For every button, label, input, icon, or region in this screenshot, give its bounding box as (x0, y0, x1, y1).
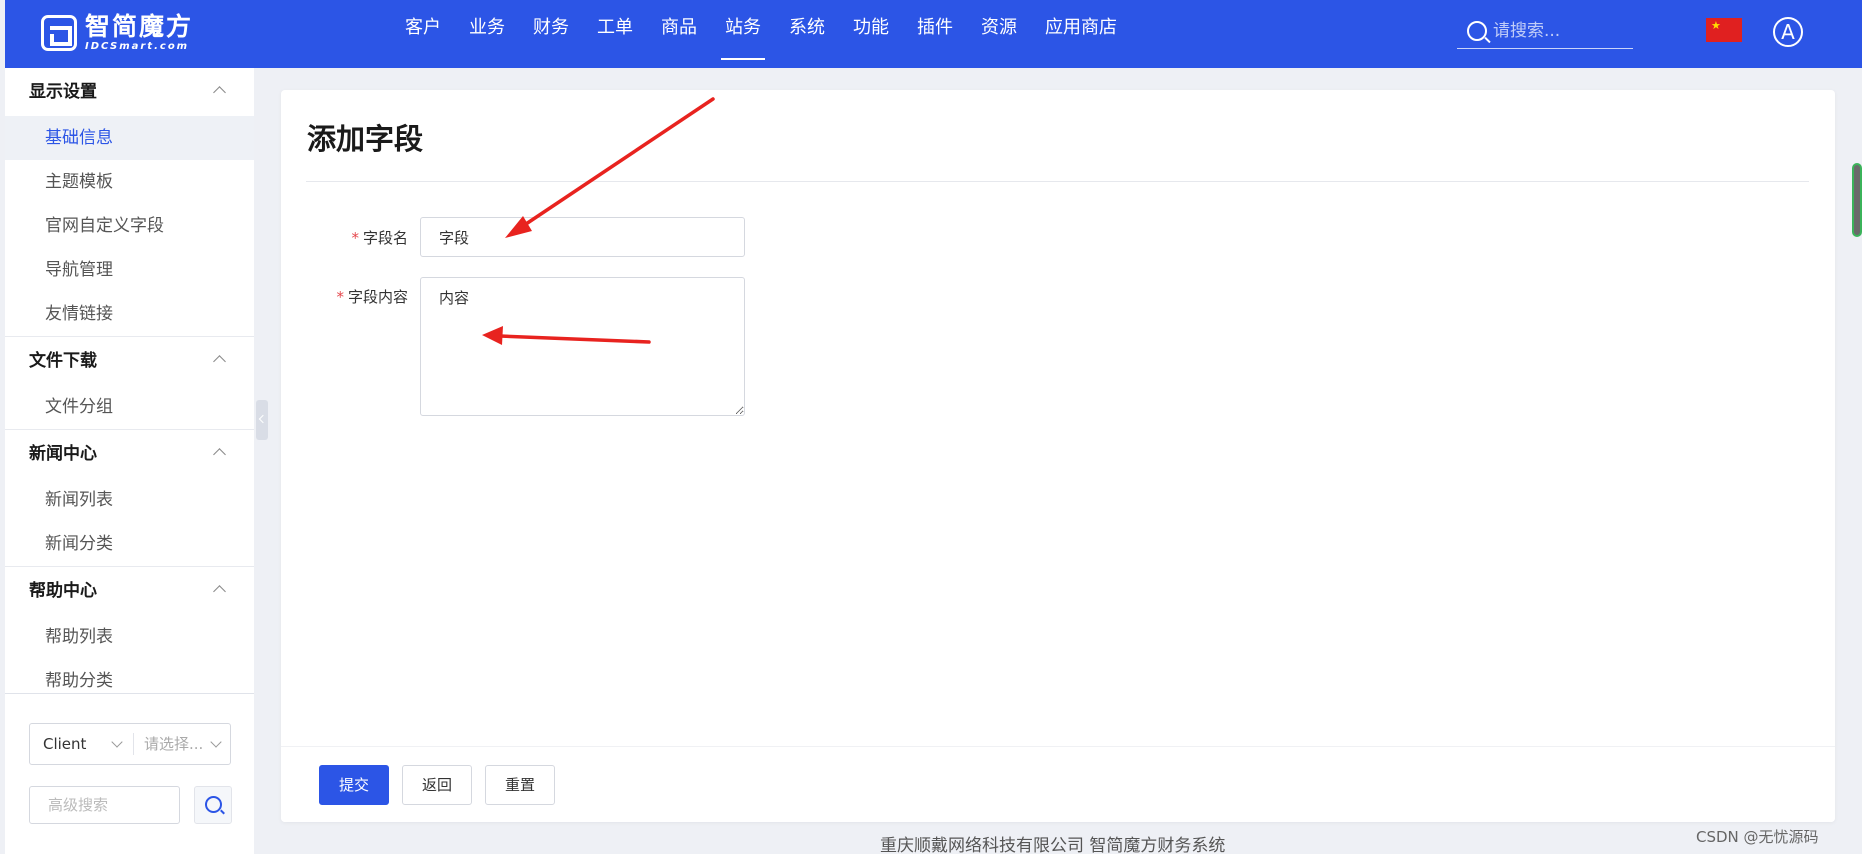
nav-item-9[interactable]: 资源 (981, 0, 1017, 60)
sidebar-item[interactable]: 新闻分类 (5, 522, 254, 566)
sidebar-group-title[interactable]: 显示设置 (5, 68, 254, 116)
sidebar-group-title[interactable]: 文件下载 (5, 337, 254, 385)
chevron-up-icon (213, 585, 226, 598)
page-scrollbar[interactable] (1852, 163, 1862, 237)
client-select[interactable]: Client 请选择... (29, 723, 231, 765)
logo[interactable]: 智简魔方 IDCSmart.com (41, 13, 193, 53)
advanced-search-input[interactable] (29, 786, 180, 824)
search-input[interactable] (1493, 20, 1633, 41)
sidebar-group-title-text: 文件下载 (29, 351, 97, 371)
sidebar-group-title[interactable]: 帮助中心 (5, 567, 254, 615)
required-mark: * (336, 288, 344, 306)
back-button[interactable]: 返回 (402, 765, 472, 805)
sidebar-menu: 显示设置 基础信息 主题模板 官网自定义字段 导航管理 友情链接 文件下载 文件分组 新闻中心新… (5, 68, 254, 704)
logo-icon (41, 15, 77, 51)
global-search[interactable] (1457, 13, 1633, 49)
footer-copyright: 重庆顺戴网络科技有限公司 智简魔方财务系统 (880, 836, 1226, 854)
sidebar-item[interactable]: 导航管理 (5, 248, 254, 292)
chevron-up-icon (213, 355, 226, 368)
sidebar-group: 文件下载文件分组 (5, 337, 254, 430)
field-name-label-text: 字段名 (362, 229, 408, 247)
submit-button[interactable]: 提交 (319, 765, 389, 805)
sidebar: 显示设置 基础信息 主题模板 官网自定义字段 导航管理 友情链接 文件下载 文件分组 新闻中心新… (5, 68, 254, 854)
nav-item-6[interactable]: 系统 (789, 0, 825, 60)
sidebar-item[interactable]: 官网自定义字段 (5, 204, 254, 248)
nav-item-3[interactable]: 工单 (597, 0, 633, 60)
field-content-label-text: 字段内容 (347, 288, 408, 306)
field-content-label: * 字段内容 (298, 286, 408, 307)
nav-item-7[interactable]: 功能 (853, 0, 889, 60)
star-icon: ★ (1711, 19, 1721, 32)
nav-item-1[interactable]: 业务 (469, 0, 505, 60)
logo-text: 智简魔方 IDCSmart.com (85, 13, 193, 53)
title-divider (306, 181, 1809, 182)
client-value-placeholder: 请选择... (144, 735, 204, 753)
sidebar-group-title-text: 帮助中心 (29, 581, 97, 601)
client-type-select[interactable]: Client (30, 733, 134, 755)
sidebar-item[interactable]: 基础信息 (5, 116, 254, 160)
sidebar-group-title-text: 显示设置 (29, 82, 97, 102)
search-icon (205, 796, 222, 813)
nav-item-8[interactable]: 插件 (917, 0, 953, 60)
sidebar-item[interactable]: 帮助列表 (5, 615, 254, 659)
field-name-input[interactable] (420, 217, 745, 257)
sidebar-item[interactable]: 友情链接 (5, 292, 254, 336)
chevron-up-icon (213, 86, 226, 99)
add-field-card: 添加字段 *字段名 *字段内容 内容 提交 返回 重置 (281, 90, 1835, 822)
top-navigation-bar: 智简魔方 IDCSmart.com 客户 业务 财务 工单 商品 站务 系统 功能 插件 资源 应用… (5, 0, 1862, 68)
china-flag-icon[interactable]: ★ (1706, 18, 1742, 42)
sidebar-group: 帮助中心 帮助列表 帮助分类 (5, 567, 254, 704)
nav-item-4[interactable]: 商品 (661, 0, 697, 60)
sidebar-group-title[interactable]: 新闻中心 (5, 430, 254, 478)
advanced-search-button[interactable] (194, 786, 232, 824)
client-value-select[interactable]: 请选择... (134, 733, 230, 755)
sidebar-group: 显示设置基础信息 主题模板 官网自定义字段 导航管理 友情链接 (5, 68, 254, 337)
nav-item-0[interactable]: 客户 (405, 0, 441, 60)
main-nav: 客户 业务 财务 工单 商品 站务 系统 功能 插件 资源 应用商店 (405, 0, 1145, 68)
required-mark: * (351, 229, 359, 247)
search-icon (1467, 20, 1487, 41)
field-content-textarea[interactable]: 内容 (420, 277, 745, 416)
reset-button[interactable]: 重置 (485, 765, 555, 805)
nav-item-2[interactable]: 财务 (533, 0, 569, 60)
sidebar-tools: Client 请选择... (5, 693, 254, 854)
nav-item-5[interactable]: 站务 (721, 0, 765, 60)
form-actions: 提交 返回 重置 (281, 746, 1835, 822)
sidebar-group: 新闻中心新闻列表 新闻分类 (5, 430, 254, 567)
user-avatar[interactable]: A (1773, 17, 1803, 47)
csdn-watermark: CSDN @无忧源码 (1696, 828, 1819, 846)
sidebar-collapse-handle[interactable] (256, 400, 268, 440)
field-name-label: * 字段名 (298, 227, 408, 248)
chevron-down-icon (210, 736, 222, 748)
chevron-down-icon (111, 736, 123, 748)
sidebar-item[interactable]: 新闻列表 (5, 478, 254, 522)
nav-item-10[interactable]: 应用商店 (1045, 0, 1117, 60)
page-title: 添加字段 (307, 122, 424, 156)
logo-domain: IDCSmart.com (85, 41, 190, 52)
client-type-value: Client (43, 735, 87, 753)
chevron-up-icon (213, 448, 226, 461)
sidebar-group-title-text: 新闻中心 (29, 444, 97, 464)
logo-name: 智简魔方 (85, 12, 194, 41)
sidebar-item[interactable]: 文件分组 (5, 385, 254, 429)
sidebar-item[interactable]: 主题模板 (5, 160, 254, 204)
